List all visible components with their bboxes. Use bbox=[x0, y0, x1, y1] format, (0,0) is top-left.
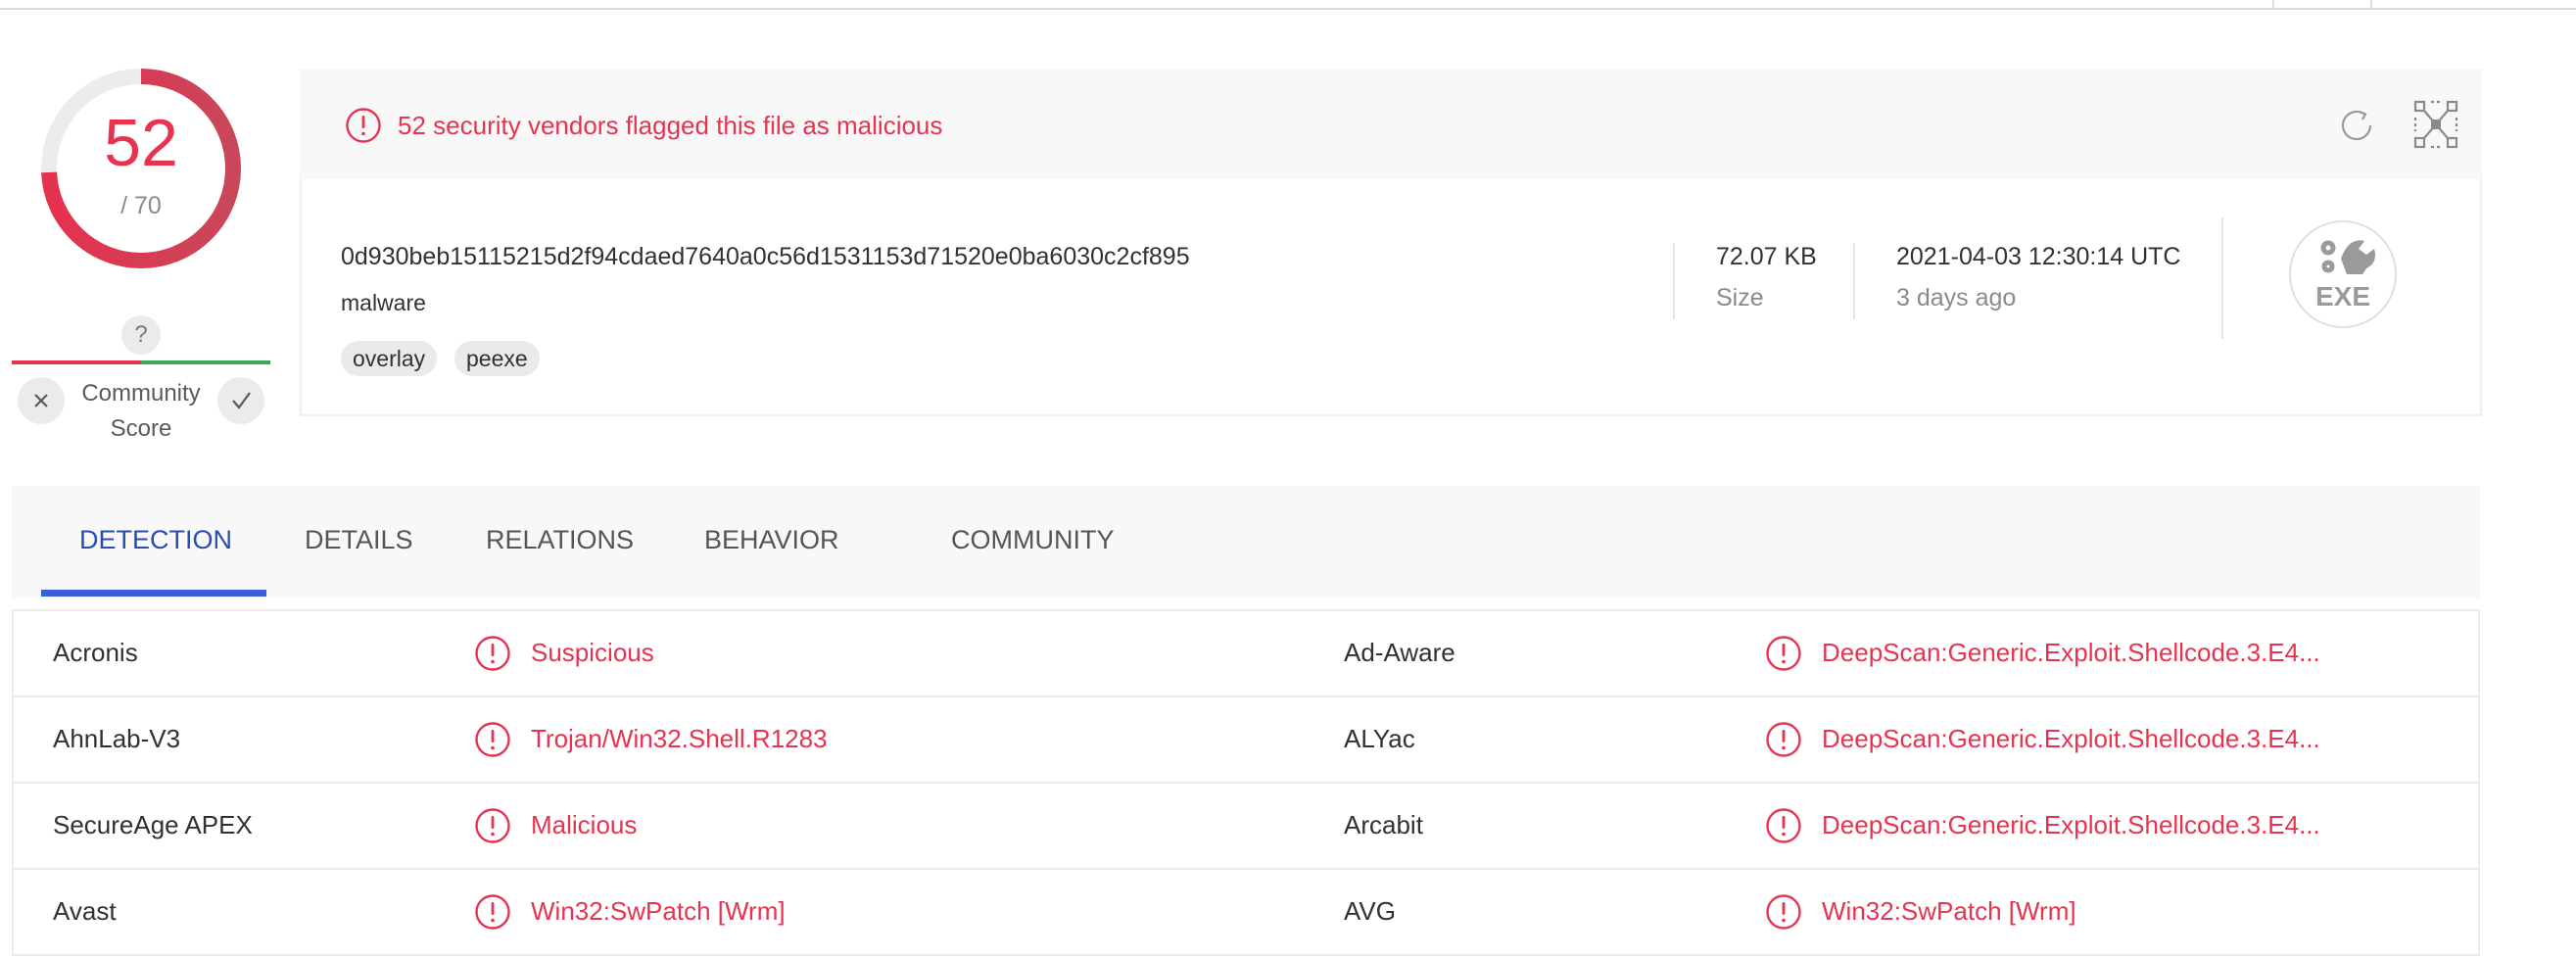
exe-badge-text: EXE bbox=[2315, 281, 2370, 311]
vendor-name: ALYac bbox=[1344, 724, 1415, 753]
detection-result: Suspicious bbox=[531, 638, 654, 667]
toolbar-divider bbox=[2370, 0, 2372, 8]
vendor-name: Arcabit bbox=[1344, 810, 1423, 839]
detection-result: Malicious bbox=[531, 810, 638, 839]
community-score-label-line1: Community bbox=[81, 380, 201, 407]
detection-result: DeepScan:Generic.Exploit.Shellcode.3.E4.… bbox=[1822, 638, 2320, 667]
analysis-date-value: 2021-04-03 12:30:14 UTC bbox=[1896, 243, 2181, 270]
vendor-name: Avast bbox=[53, 896, 117, 926]
verdict-text: 52 security vendors flagged this file as… bbox=[398, 111, 943, 140]
column-divider bbox=[1673, 243, 1675, 319]
detection-result: DeepScan:Generic.Exploit.Shellcode.3.E4.… bbox=[1822, 810, 2320, 839]
analysis-date-relative: 3 days ago bbox=[1896, 284, 2017, 311]
community-score-help-icon[interactable]: ? bbox=[121, 315, 161, 355]
exclamation-circle-icon bbox=[1766, 636, 1801, 671]
exclamation-circle-icon bbox=[475, 636, 510, 671]
detection-count: 52 bbox=[104, 106, 178, 180]
close-icon bbox=[34, 394, 48, 407]
tab-community[interactable]: COMMUNITY bbox=[951, 523, 1114, 556]
tab-behavior[interactable]: BEHAVIOR bbox=[704, 523, 839, 556]
exclamation-circle-icon bbox=[475, 722, 510, 757]
file-size-value: 72.07 KB bbox=[1716, 243, 1817, 270]
vendor-name: AVG bbox=[1344, 896, 1396, 926]
column-divider bbox=[2221, 217, 2223, 339]
file-tag[interactable]: peexe bbox=[454, 341, 540, 376]
active-tab-indicator bbox=[41, 590, 266, 597]
column-divider bbox=[1853, 243, 1855, 319]
vendor-name: Ad-Aware bbox=[1344, 638, 1455, 667]
community-score-positive-bar bbox=[141, 360, 270, 364]
toolbar-divider bbox=[2272, 0, 2274, 8]
community-score-negative-bar bbox=[12, 360, 141, 364]
community-score-label-line2: Score bbox=[110, 415, 172, 442]
refresh-icon[interactable] bbox=[2335, 104, 2378, 147]
check-icon bbox=[232, 392, 251, 409]
vendor-name: SecureAge APEX bbox=[53, 810, 253, 839]
community-score-label: Community Score bbox=[63, 376, 219, 447]
file-size-label: Size bbox=[1716, 284, 1764, 311]
file-name: malware bbox=[341, 290, 426, 315]
exclamation-circle-icon bbox=[475, 894, 510, 930]
table-row: Acronis Suspicious Ad-Aware DeepScan:Gen… bbox=[14, 611, 2478, 697]
tab-details[interactable]: DETAILS bbox=[305, 523, 413, 556]
detection-table: Acronis Suspicious Ad-Aware DeepScan:Gen… bbox=[12, 609, 2480, 956]
tab-detection[interactable]: DETECTION bbox=[79, 523, 232, 556]
exe-file-type-icon: EXE bbox=[2289, 220, 2397, 328]
file-hash[interactable]: 0d930beb15115215d2f94cdaed7640a0c56d1531… bbox=[341, 243, 1190, 271]
file-tag[interactable]: overlay bbox=[341, 341, 438, 376]
exclamation-circle-icon bbox=[1766, 894, 1801, 930]
vendor-name: Acronis bbox=[53, 638, 138, 667]
expand-icon[interactable] bbox=[2413, 100, 2458, 149]
detection-result: DeepScan:Generic.Exploit.Shellcode.3.E4.… bbox=[1822, 724, 2320, 753]
file-info-card bbox=[300, 179, 2482, 416]
engine-total: / 70 bbox=[120, 192, 162, 219]
top-toolbar bbox=[0, 0, 2576, 10]
exclamation-circle-icon bbox=[346, 108, 381, 143]
table-row: SecureAge APEX Malicious Arcabit DeepSca… bbox=[14, 784, 2478, 870]
vote-harmful-button[interactable] bbox=[18, 377, 65, 424]
table-row: AhnLab-V3 Trojan/Win32.Shell.R1283 ALYac… bbox=[14, 697, 2478, 784]
detection-result: Trojan/Win32.Shell.R1283 bbox=[531, 724, 828, 753]
tab-relations[interactable]: RELATIONS bbox=[486, 523, 634, 556]
vendor-name: AhnLab-V3 bbox=[53, 724, 181, 753]
exclamation-circle-icon bbox=[1766, 722, 1801, 757]
detection-result: Win32:SwPatch [Wrm] bbox=[531, 896, 786, 926]
detection-result: Win32:SwPatch [Wrm] bbox=[1822, 896, 2076, 926]
vote-harmless-button[interactable] bbox=[217, 377, 264, 424]
exclamation-circle-icon bbox=[475, 808, 510, 843]
exclamation-circle-icon bbox=[1766, 808, 1801, 843]
table-row: Avast Win32:SwPatch [Wrm] AVG Win32:SwPa… bbox=[14, 870, 2478, 956]
